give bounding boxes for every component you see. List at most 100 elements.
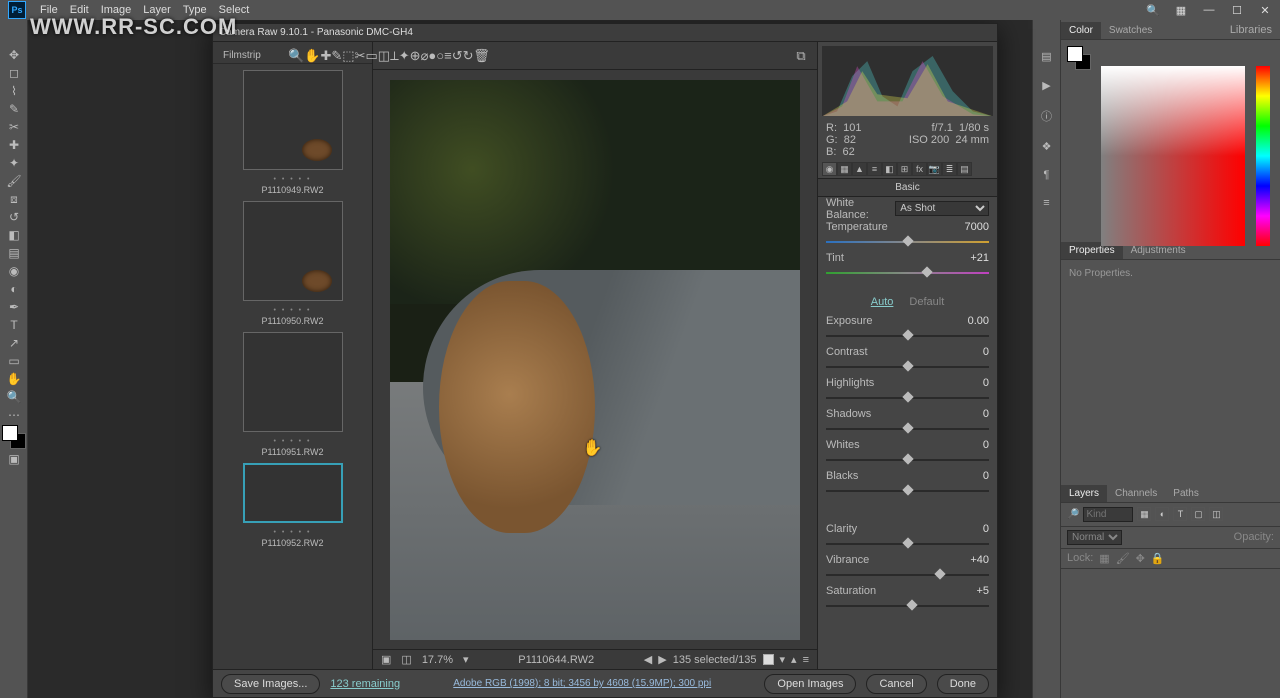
window-close-icon[interactable]: ✕ [1258,4,1272,17]
filter-type-icon[interactable]: T [1173,507,1187,521]
shadows-slider[interactable] [826,424,989,434]
toggle-view-icon[interactable]: ◫ [401,653,411,666]
acr-tool-9[interactable]: ✦ [399,48,410,64]
vibrance-slider[interactable] [826,570,989,580]
tab-split-icon[interactable]: ◧ [882,162,897,176]
stamp-tool-icon[interactable]: ⧈ [0,190,28,208]
whites-value[interactable]: 0 [953,439,989,451]
filmstrip-thumb[interactable]: • • • • •P1110950.RW2 [233,201,353,326]
histogram[interactable] [822,46,993,116]
filmstrip-thumb[interactable]: • • • • •P1110951.RW2 [233,332,353,457]
zoom-level[interactable]: 17.7% [422,654,453,666]
preview-toggle-icon[interactable]: ⧉ [793,48,809,64]
next-image-icon[interactable]: ▶ [658,653,666,666]
exposure-value[interactable]: 0.00 [953,315,989,327]
blacks-value[interactable]: 0 [953,470,989,482]
tab-lens-icon[interactable]: ⊞ [897,162,912,176]
temperature-value[interactable]: 7000 [953,221,989,233]
preview-area[interactable]: ✋ [373,70,817,649]
filter-shape-icon[interactable]: ▢ [1191,507,1205,521]
rating-up-icon[interactable]: ▴ [791,653,797,666]
tab-fx-icon[interactable]: fx [912,162,927,176]
window-maximize-icon[interactable]: ☐ [1230,4,1244,17]
acr-tool-5[interactable]: ✂ [355,48,366,64]
lock-transparency-icon[interactable]: ▦ [1099,552,1109,565]
color-picker-panel[interactable] [1061,40,1280,240]
lock-all-icon[interactable]: 🔒 [1151,552,1165,565]
temperature-slider[interactable] [826,237,989,247]
saturation-slider[interactable] [826,601,989,611]
acr-tool-3[interactable]: ✎ [331,48,342,64]
info-panel-icon[interactable]: ⓘ [1041,108,1052,124]
filmstrip-menu-icon[interactable]: ≡ [803,654,809,666]
saturation-value[interactable]: +5 [953,585,989,597]
quick-select-tool-icon[interactable]: ✎ [0,100,28,118]
acr-tool-8[interactable]: ⟂ [390,48,399,64]
filmstrip-thumb[interactable]: • • • • •P1110949.RW2 [233,70,353,195]
dodge-tool-icon[interactable]: ◐ [0,280,28,298]
character-panel-icon[interactable]: ¶ [1044,169,1050,181]
tab-camera-icon[interactable]: 📷 [927,162,942,176]
color-field[interactable] [1101,66,1245,246]
lock-pixels-icon[interactable]: 🖌 [1116,552,1130,565]
blend-mode-select[interactable]: Normal [1067,530,1122,545]
exposure-slider[interactable] [826,331,989,341]
filter-smart-icon[interactable]: ◫ [1209,507,1223,521]
eyedropper-tool-icon[interactable]: ✚ [0,136,28,154]
acr-tool-10[interactable]: ⊕ [410,48,421,64]
tab-curve-icon[interactable]: ▦ [837,162,852,176]
save-images-button[interactable]: Save Images... [221,674,320,694]
acr-tool-12[interactable]: ● [428,48,436,64]
contrast-value[interactable]: 0 [953,346,989,358]
path-tool-icon[interactable]: ↗ [0,334,28,352]
styles-panel-icon[interactable]: ❖ [1042,140,1052,153]
clarity-value[interactable]: 0 [953,523,989,535]
window-minimize-icon[interactable]: — [1202,4,1216,16]
acr-tool-15[interactable]: ↺ [452,48,463,64]
tint-slider[interactable] [826,268,989,278]
tab-channels[interactable]: Channels [1107,485,1165,502]
screen-mode-icon[interactable]: ▣ [0,450,28,468]
tab-paths[interactable]: Paths [1165,485,1207,502]
hand-tool-icon[interactable]: ✋ [0,370,28,388]
tab-swatches[interactable]: Swatches [1101,22,1160,39]
highlights-slider[interactable] [826,393,989,403]
lock-position-icon[interactable]: ✥ [1136,552,1145,565]
workflow-link[interactable]: Adobe RGB (1998); 8 bit; 3456 by 4608 (1… [410,678,754,689]
crop-tool-icon[interactable]: ✂ [0,118,28,136]
filter-pixel-icon[interactable]: ▦ [1137,507,1151,521]
acr-tool-7[interactable]: ◫ [378,48,390,64]
fg-bg-swatch[interactable] [0,424,28,450]
acr-tool-11[interactable]: ⌀ [421,48,429,64]
whites-slider[interactable] [826,455,989,465]
acr-tool-1[interactable]: ✋ [304,48,320,64]
tab-presets-icon[interactable]: ≣ [942,162,957,176]
acr-tool-13[interactable]: ○ [436,48,444,64]
highlights-value[interactable]: 0 [953,377,989,389]
hue-strip[interactable] [1256,66,1270,246]
zoom-tool-icon[interactable]: 🔍 [0,388,28,406]
type-tool-icon[interactable]: T [0,316,28,334]
vibrance-value[interactable]: +40 [953,554,989,566]
panel-fg-bg-swatch[interactable] [1067,46,1091,70]
tab-libraries[interactable]: Libraries [1222,21,1280,39]
shape-tool-icon[interactable]: ▭ [0,352,28,370]
brush-tool-icon[interactable]: 🖌 [0,172,28,190]
rating-dots[interactable]: • • • • • [233,438,353,445]
edit-toolbar-icon[interactable]: ⋯ [0,406,28,424]
auto-link[interactable]: Auto [871,296,894,308]
filter-adjust-icon[interactable]: ◐ [1155,507,1169,521]
acr-tool-17[interactable]: 🗑 [474,48,490,64]
tint-value[interactable]: +21 [953,252,989,264]
acr-tool-0[interactable]: 🔍 [288,48,304,64]
lasso-tool-icon[interactable]: ⌇ [0,82,28,100]
tab-hsl-icon[interactable]: ≡ [867,162,882,176]
rating-dots[interactable]: • • • • • [233,529,353,536]
acr-tool-14[interactable]: ≡ [444,48,452,64]
actions-panel-icon[interactable]: ▶ [1042,79,1050,92]
paragraph-panel-icon[interactable]: ≡ [1043,197,1049,209]
contrast-slider[interactable] [826,362,989,372]
tab-detail-icon[interactable]: ▲ [852,162,867,176]
clarity-slider[interactable] [826,539,989,549]
fit-view-icon[interactable]: ▣ [381,653,391,666]
